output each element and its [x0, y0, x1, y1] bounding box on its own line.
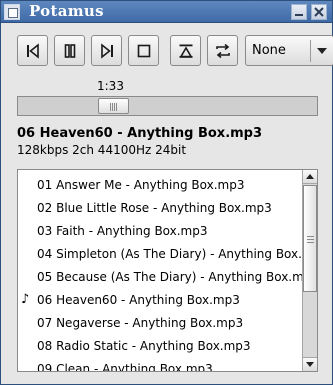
next-button[interactable] — [91, 35, 122, 66]
playlist-item-label: 06 Heaven60 - Anything Box.mp3 — [37, 293, 240, 307]
app-menu-icon[interactable] — [4, 4, 20, 20]
stop-button[interactable] — [128, 35, 159, 66]
repeat-icon — [216, 43, 230, 59]
now-playing-info: 128kbps 2ch 44100Hz 24bit — [17, 143, 187, 157]
seek-handle[interactable] — [98, 98, 129, 114]
pause-icon — [64, 44, 76, 58]
playlist: 01 Answer Me - Anything Box.mp3 02 Blue L… — [17, 169, 318, 372]
grip-line — [307, 236, 314, 237]
playlist-item[interactable]: 01 Answer Me - Anything Box.mp3 — [18, 174, 302, 197]
playlist-item[interactable]: 03 Faith - Anything Box.mp3 — [18, 220, 302, 243]
close-button[interactable] — [311, 4, 327, 20]
scrollbar-thumb[interactable] — [303, 185, 317, 292]
grip-line — [114, 103, 115, 111]
playlist-scrollbar[interactable] — [302, 170, 317, 371]
grip-line — [116, 103, 117, 111]
repeat-mode-value: None — [252, 43, 286, 58]
playlist-item[interactable]: ♪ 06 Heaven60 - Anything Box.mp3 — [18, 289, 302, 312]
scroll-up-button[interactable] — [303, 170, 317, 184]
grip-line — [307, 242, 314, 243]
minimize-button[interactable] — [291, 4, 307, 20]
playlist-item-label: 07 Negaverse - Anything Box.mp3 — [37, 316, 244, 330]
stop-icon — [137, 44, 151, 58]
playlist-item[interactable]: 02 Blue Little Rose - Anything Box.mp3 — [18, 197, 302, 220]
select-divider — [310, 40, 311, 62]
playlist-item-label: 02 Blue Little Rose - Anything Box.mp3 — [37, 201, 272, 215]
previous-button[interactable] — [17, 35, 48, 66]
grip-line — [110, 103, 111, 111]
skip-back-icon — [27, 43, 39, 59]
now-playing-title: 06 Heaven60 - Anything Box.mp3 — [17, 126, 263, 141]
player-window: Potamus None 1:33 06 Heaven60 - Anything… — [0, 0, 333, 385]
grip-line — [112, 103, 113, 111]
playlist-item[interactable]: 08 Radio Static - Anything Box.mp3 — [18, 335, 302, 358]
skip-forward-icon — [101, 43, 113, 59]
playlist-item-label: 08 Radio Static - Anything Box.mp3 — [37, 339, 251, 353]
title-bar[interactable]: Potamus — [1, 1, 332, 23]
playlist-item-label: 09 Clean - Anything Box.mp3 — [37, 362, 213, 371]
pause-button[interactable] — [54, 35, 85, 66]
close-icon — [314, 7, 324, 17]
playlist-item[interactable]: 05 Because (As The Diary) - Anything Box… — [18, 266, 302, 289]
playlist-item-label: 05 Because (As The Diary) - Anything Box… — [37, 270, 302, 284]
elapsed-time: 1:33 — [97, 79, 124, 93]
scroll-down-button[interactable] — [303, 357, 317, 371]
playlist-item[interactable]: 04 Simpleton (As The Diary) - Anything B… — [18, 243, 302, 266]
playlist-item-label: 01 Answer Me - Anything Box.mp3 — [37, 178, 245, 192]
grip-line — [307, 239, 314, 240]
eject-icon — [179, 44, 193, 58]
eject-button[interactable] — [170, 35, 201, 66]
now-playing-marker-icon: ♪ — [21, 292, 30, 307]
playlist-item-label: 03 Faith - Anything Box.mp3 — [37, 224, 208, 238]
window-title: Potamus — [29, 2, 104, 20]
repeat-toggle-button[interactable] — [207, 35, 238, 66]
playlist-item-label: 04 Simpleton (As The Diary) - Anything B… — [37, 247, 302, 261]
playlist-rows: 01 Answer Me - Anything Box.mp3 02 Blue L… — [18, 170, 302, 371]
playlist-item[interactable]: 09 Clean - Anything Box.mp3 — [18, 358, 302, 371]
playlist-item[interactable]: 07 Negaverse - Anything Box.mp3 — [18, 312, 302, 335]
seek-slider[interactable] — [17, 96, 318, 116]
chevron-down-icon — [317, 48, 327, 54]
repeat-mode-select[interactable]: None — [245, 35, 333, 66]
